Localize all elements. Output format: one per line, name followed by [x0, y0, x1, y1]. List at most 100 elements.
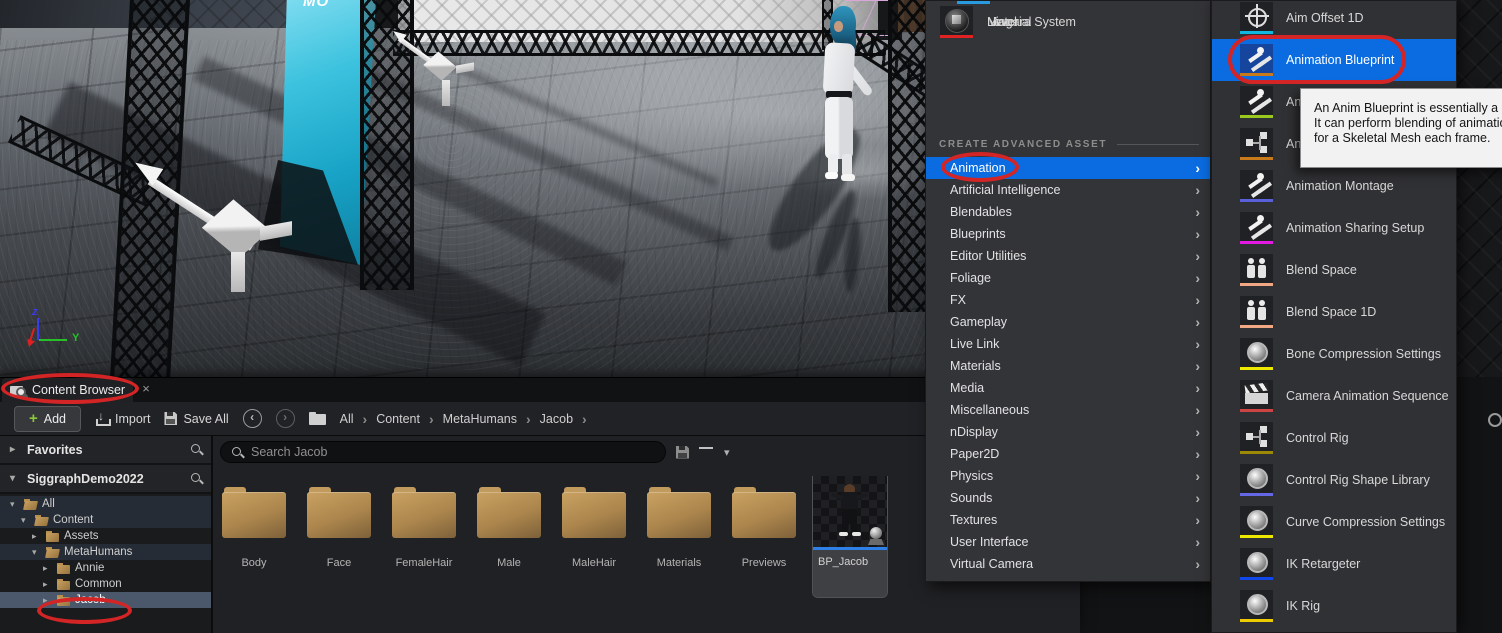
menu-category-item[interactable]: Textures › [926, 509, 1210, 531]
viewport-character[interactable] [812, 6, 870, 180]
submenu-item-label: Animation Sharing Setup [1286, 221, 1424, 235]
tree-item[interactable]: Assets [0, 528, 211, 544]
menu-category-item[interactable]: Live Link › [926, 333, 1210, 355]
tree-item[interactable]: MetaHumans [0, 544, 211, 560]
submenu-item[interactable]: IK Retargeter [1212, 543, 1456, 585]
menu-category-item[interactable]: Physics › [926, 465, 1210, 487]
gear-icon[interactable] [1488, 413, 1502, 427]
submenu-item[interactable]: Blend Space [1212, 249, 1456, 291]
submenu-item[interactable]: Animation Sharing Setup [1212, 207, 1456, 249]
folder-tile[interactable]: Previews [727, 476, 801, 569]
tree-item[interactable]: Content [0, 512, 211, 528]
expand-arrow-icon[interactable] [10, 473, 20, 484]
add-button[interactable]: Add [14, 406, 81, 432]
breadcrumb-item[interactable]: MetaHumans [443, 412, 517, 426]
collection-section[interactable]: SiggraphDemo2022 [0, 465, 211, 494]
save-all-button[interactable]: Save All [164, 412, 228, 426]
folder-tile[interactable]: Male [472, 476, 546, 569]
menu-category-item[interactable]: Blendables › [926, 201, 1210, 223]
expand-arrow-icon[interactable] [10, 499, 20, 510]
character-face [834, 21, 843, 32]
menu-category-item[interactable]: Editor Utilities › [926, 245, 1210, 267]
breadcrumb-item[interactable]: All [340, 412, 354, 426]
menu-category-item[interactable]: Gameplay › [926, 311, 1210, 333]
tooltip-line: An Anim Blueprint is essentially a sp [1314, 101, 1502, 116]
import-button[interactable]: Import [95, 412, 150, 426]
breadcrumb: All › Content › MetaHumans › Jacob › [340, 411, 587, 427]
submenu-item[interactable]: Control Rig [1212, 417, 1456, 459]
character-top [823, 42, 856, 95]
menu-category-item[interactable]: Virtual Camera › [926, 553, 1210, 575]
chevron-right-icon: › [1195, 314, 1200, 330]
expand-arrow-icon[interactable] [43, 579, 53, 590]
forward-button[interactable] [276, 409, 295, 428]
menu-category-item[interactable]: Paper2D › [926, 443, 1210, 465]
search-input[interactable]: Search Jacob [220, 441, 666, 463]
category-label: User Interface [950, 535, 1029, 549]
annotation-circle-animation-blueprint [1228, 35, 1406, 84]
folder-tile[interactable]: Materials [642, 476, 716, 569]
submenu-item[interactable]: Control Rig Shape Library [1212, 459, 1456, 501]
asset-icon [1240, 128, 1273, 160]
expand-arrow-icon[interactable] [21, 515, 31, 526]
submenu-item[interactable]: Animation Montage [1212, 165, 1456, 207]
folder-icon [222, 487, 286, 539]
submenu-item[interactable]: Bone Compression Settings [1212, 333, 1456, 375]
asset-tile-blueprint[interactable]: BP_Jacob [812, 476, 888, 598]
submenu-item[interactable]: IK Rig [1212, 585, 1456, 627]
submenu-item[interactable] [1212, 627, 1456, 633]
menu-category-item[interactable]: Media › [926, 377, 1210, 399]
submenu-item[interactable]: Camera Animation Sequence [1212, 375, 1456, 417]
expand-arrow-icon[interactable] [43, 563, 53, 574]
expand-arrow-icon[interactable] [10, 444, 20, 455]
search-icon[interactable] [190, 443, 203, 456]
close-icon[interactable]: × [138, 381, 154, 397]
gizmo-axis-handle[interactable] [231, 252, 245, 292]
plus-icon [29, 412, 38, 426]
save-search-icon[interactable] [676, 446, 689, 459]
tree-item-label: Content [53, 514, 93, 526]
save-all-label: Save All [183, 412, 228, 426]
menu-category-item[interactable]: Materials › [926, 355, 1210, 377]
menu-category-item[interactable]: User Interface › [926, 531, 1210, 553]
folder-tile[interactable]: Body [217, 476, 291, 569]
folder-tile[interactable]: Face [302, 476, 376, 569]
favorites-section[interactable]: Favorites [0, 436, 211, 465]
content-browser-panel: Content Browser × Add Import Save All [0, 377, 1080, 633]
submenu-item[interactable]: Curve Compression Settings [1212, 501, 1456, 543]
asset-icon [1240, 86, 1273, 118]
submenu-item[interactable]: Aim Offset 1D [1212, 0, 1456, 39]
expand-arrow-icon[interactable] [32, 531, 42, 542]
back-button[interactable] [243, 409, 262, 428]
expand-arrow-icon[interactable] [32, 547, 42, 558]
menu-category-item[interactable]: Blueprints › [926, 223, 1210, 245]
tree-item[interactable]: All [0, 496, 211, 512]
tree-item-label: All [42, 498, 55, 510]
folder-icon [46, 547, 60, 558]
menu-category-item[interactable]: Miscellaneous › [926, 399, 1210, 421]
search-icon[interactable] [190, 472, 203, 485]
asset-icon [1240, 422, 1273, 454]
menu-category-item[interactable]: Foliage › [926, 267, 1210, 289]
breadcrumb-item[interactable]: Content [376, 412, 420, 426]
chevron-down-icon[interactable] [724, 445, 730, 459]
filter-icon[interactable] [699, 446, 714, 458]
folder-tile[interactable]: FemaleHair [387, 476, 461, 569]
category-label: Materials [950, 359, 1001, 373]
menu-category-item[interactable]: FX › [926, 289, 1210, 311]
chevron-right-icon: › [1195, 468, 1200, 484]
submenu-item[interactable]: Blend Space 1D [1212, 291, 1456, 333]
folder-tile[interactable]: MaleHair [557, 476, 631, 569]
gizmo-axis-handle[interactable] [442, 80, 450, 106]
menu-category-item[interactable]: nDisplay › [926, 421, 1210, 443]
tree-item[interactable]: Annie [0, 560, 211, 576]
add-label: Add [44, 412, 66, 426]
chevron-right-icon: › [1195, 160, 1200, 176]
tree-item[interactable]: Common [0, 576, 211, 592]
axis-z-line [37, 318, 39, 340]
menu-item-basic-asset[interactable]: Niagara System [926, 1, 1210, 43]
menu-category-item[interactable]: Artificial Intelligence › [926, 179, 1210, 201]
breadcrumb-item[interactable]: Jacob [540, 412, 573, 426]
menu-category-item[interactable]: Sounds › [926, 487, 1210, 509]
breadcrumb-separator: › [363, 411, 368, 427]
